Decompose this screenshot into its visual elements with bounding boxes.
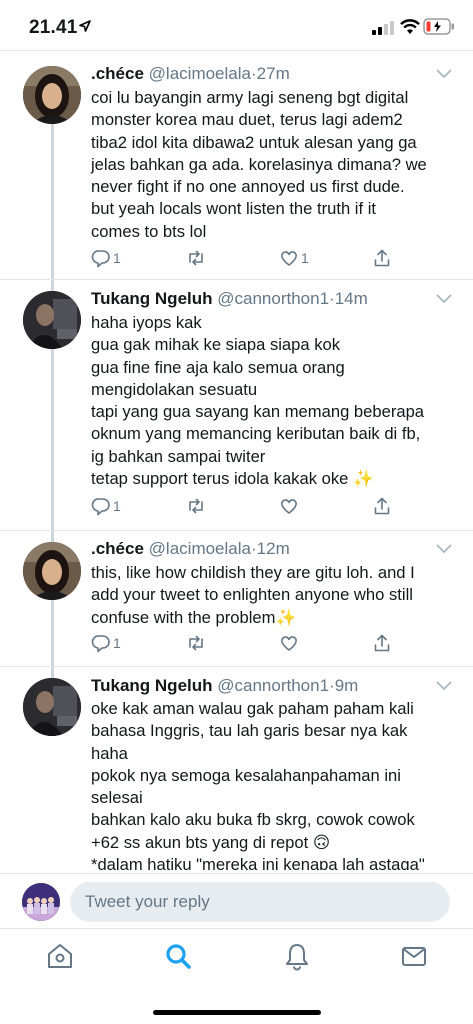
reply-button[interactable]: 1: [91, 631, 121, 655]
heart-icon: [281, 251, 297, 266]
heart-icon: [281, 499, 297, 514]
retweet-button[interactable]: [186, 246, 208, 270]
tweet-time: 14m: [334, 289, 368, 308]
home-indicator[interactable]: [153, 1010, 321, 1015]
tweet-actions: 1 1: [91, 246, 421, 270]
author-handle[interactable]: @cannorthon1: [217, 289, 329, 308]
reply-icon: [91, 250, 110, 268]
avatar[interactable]: [23, 678, 81, 736]
reply-bar: [0, 873, 473, 928]
author-name[interactable]: Tukang Ngeluh: [91, 676, 213, 695]
like-button[interactable]: 1: [279, 246, 309, 270]
share-icon: [374, 634, 390, 652]
heart-icon: [281, 636, 297, 651]
retweet-icon: [189, 250, 203, 266]
reply-icon: [91, 635, 110, 653]
like-button[interactable]: [279, 631, 301, 655]
tweet-time: 27m: [256, 64, 290, 83]
author-name[interactable]: .chéce: [91, 539, 144, 558]
wifi-icon: [400, 19, 420, 34]
search-icon[interactable]: [163, 941, 193, 971]
battery-low-icon: [423, 18, 454, 35]
share-button[interactable]: [372, 246, 392, 270]
cellular-signal-icon: [372, 21, 394, 35]
author-name[interactable]: Tukang Ngeluh: [91, 289, 213, 308]
chevron-down-icon[interactable]: [436, 69, 452, 79]
like-count: 1: [301, 250, 309, 266]
retweet-button[interactable]: [186, 494, 208, 518]
reply-count: 1: [113, 635, 121, 651]
tweet-actions: 1: [91, 631, 421, 655]
share-button[interactable]: [372, 494, 392, 518]
tweet-text: this, like how childish they are gitu lo…: [91, 563, 415, 627]
share-icon: [374, 249, 390, 267]
tweet-actions: 1: [91, 494, 421, 518]
tweet-text: coi lu bayangin army lagi seneng bgt dig…: [91, 88, 427, 241]
reply-icon: [91, 498, 110, 516]
tweet-time: 9m: [334, 676, 359, 695]
avatar[interactable]: [23, 542, 81, 600]
tweet-time: 12m: [256, 539, 290, 558]
chevron-down-icon[interactable]: [436, 294, 452, 304]
share-icon: [374, 497, 390, 515]
reply-count: 1: [113, 498, 121, 514]
retweet-icon: [189, 498, 203, 514]
reply-button[interactable]: 1: [91, 246, 121, 270]
share-button[interactable]: [372, 631, 392, 655]
chevron-down-icon[interactable]: [436, 544, 452, 554]
status-time: 21.41: [29, 17, 78, 38]
tweet-divider: [0, 666, 473, 667]
like-button[interactable]: [279, 494, 301, 518]
author-handle[interactable]: @lacimoelala: [149, 64, 251, 83]
user-avatar[interactable]: [22, 883, 60, 921]
reply-button[interactable]: 1: [91, 494, 121, 518]
author-handle[interactable]: @cannorthon1: [217, 676, 329, 695]
avatar[interactable]: [23, 291, 81, 349]
chevron-down-icon[interactable]: [436, 681, 452, 691]
home-icon[interactable]: [45, 941, 75, 971]
reply-count: 1: [113, 250, 121, 266]
header-divider: [0, 50, 473, 51]
reply-input[interactable]: [70, 882, 450, 922]
tweet-divider: [0, 279, 473, 280]
author-handle[interactable]: @lacimoelala: [149, 539, 251, 558]
tweet-text: haha iyops kak gua gak mihak ke siapa si…: [91, 313, 425, 489]
avatar[interactable]: [23, 66, 81, 124]
notifications-icon[interactable]: [282, 941, 312, 971]
retweet-button[interactable]: [186, 631, 208, 655]
retweet-icon: [189, 635, 203, 651]
status-bar: 21.41: [0, 0, 473, 50]
location-arrow-icon: [79, 20, 91, 32]
messages-icon[interactable]: [399, 941, 429, 971]
author-name[interactable]: .chéce: [91, 64, 144, 83]
tweet-divider: [0, 530, 473, 531]
tweet-text: oke kak aman walau gak paham paham kali …: [91, 699, 425, 870]
